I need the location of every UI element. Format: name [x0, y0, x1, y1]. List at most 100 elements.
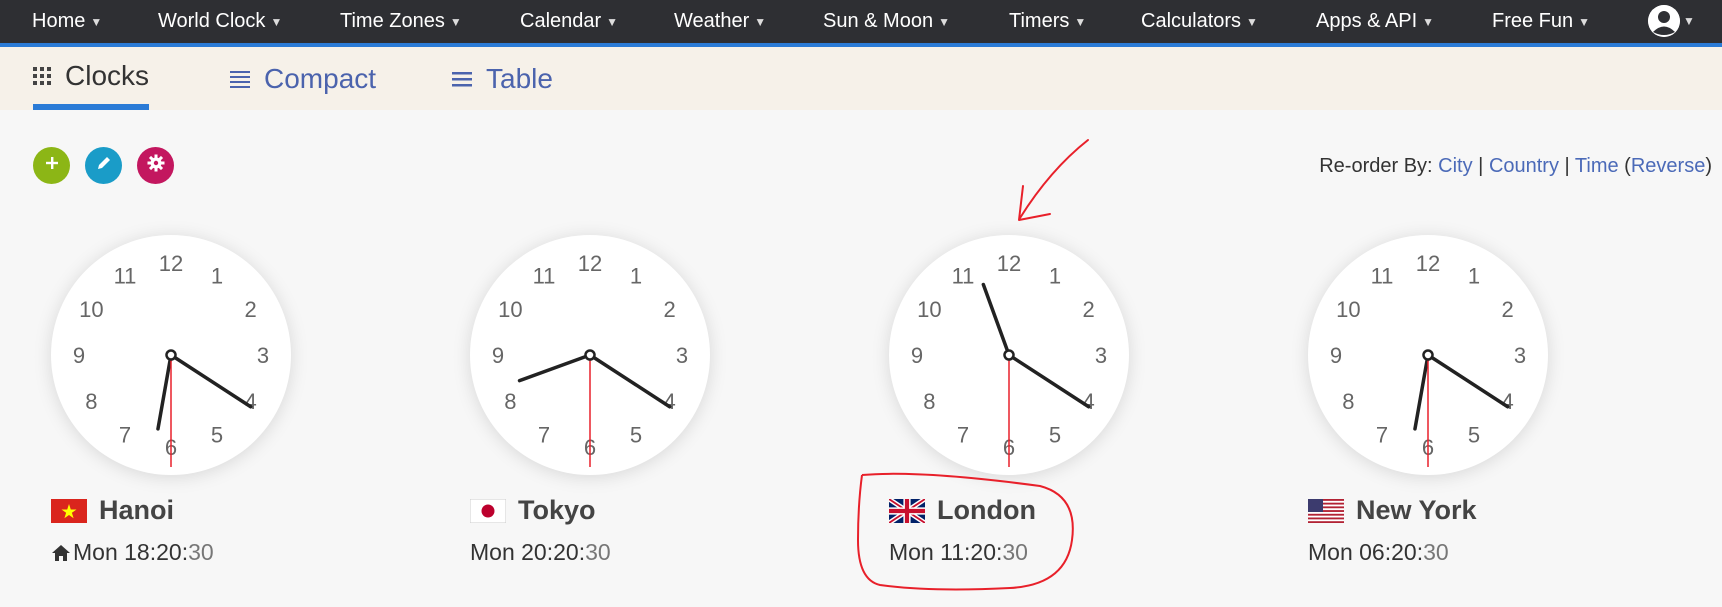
- reorder-reverse-link[interactable]: Reverse: [1631, 155, 1705, 177]
- day-label: Mon: [470, 539, 515, 565]
- chevron-down-icon: ▼: [754, 14, 767, 29]
- clock-numeral: 3: [257, 343, 269, 368]
- clock-numeral: 2: [1502, 297, 1514, 322]
- clock-card-hanoi: 1 2 3 4 5 6 7 8 9 10 11 12 Hanoi Mon 18:20:30: [51, 235, 311, 565]
- clock-numeral: 8: [504, 389, 516, 414]
- reorder-by-city-link[interactable]: City: [1438, 155, 1472, 177]
- reorder-by-country-link[interactable]: Country: [1489, 155, 1559, 177]
- reorder-controls: Re-order By: City | Country | Time (Reve…: [1319, 155, 1712, 177]
- uk-flag-icon: [889, 498, 925, 523]
- top-navigation-bar: Home ▼ World Clock ▼ Time Zones ▼ Calendar ▼…: [0, 0, 1722, 47]
- day-label: Mon: [1308, 539, 1353, 565]
- clock-numeral: 5: [630, 423, 642, 448]
- chevron-down-icon: ▼: [1683, 14, 1695, 28]
- nav-calendar[interactable]: Calendar ▼: [520, 0, 618, 43]
- chevron-down-icon: ▼: [1578, 14, 1591, 29]
- nav-weather-label: Weather: [674, 10, 750, 32]
- nav-sun-moon-label: Sun & Moon: [823, 10, 934, 32]
- nav-apps-api[interactable]: Apps & API ▼: [1316, 0, 1434, 43]
- seconds: 30: [585, 539, 611, 565]
- nav-calculators[interactable]: Calculators ▼: [1141, 0, 1258, 43]
- clock-numeral: 8: [1342, 389, 1354, 414]
- clock-numeral: 11: [1371, 263, 1394, 288]
- clock-numeral: 10: [498, 297, 522, 322]
- seconds: 30: [188, 539, 214, 565]
- nav-calendar-label: Calendar: [520, 10, 602, 32]
- city-name[interactable]: New York: [1356, 495, 1477, 526]
- minute-hand: [1007, 353, 1091, 409]
- clock-numeral: 3: [1095, 343, 1107, 368]
- list-icon: [452, 71, 472, 87]
- clock-numeral: 1: [1049, 263, 1061, 288]
- local-time: Mon 18:20:30: [51, 539, 214, 566]
- analog-clock-svg: 1234567891011 12: [911, 251, 1107, 467]
- reorder-label: Re-order By:: [1319, 155, 1433, 177]
- nav-free-fun-label: Free Fun: [1492, 10, 1574, 32]
- chevron-down-icon: ▼: [270, 14, 283, 29]
- city-name[interactable]: Hanoi: [99, 495, 174, 526]
- clock-card-new-york: 1 2 3 4 5 6 7 8 9 10 11 12 New York Mon 06:20:30: [1308, 235, 1568, 565]
- nav-home-label: Home: [32, 10, 86, 32]
- reorder-by-time-link[interactable]: Time: [1575, 155, 1619, 177]
- tab-table-label: Table: [486, 62, 553, 94]
- grid-icon: [33, 66, 51, 85]
- analog-clock-face: 1 2 3 4 5 6 7 8 9 10 11 12: [1308, 235, 1548, 475]
- clock-numeral: 10: [917, 297, 941, 322]
- hour-minute: 11:20: [940, 539, 996, 565]
- clock-numeral: 7: [119, 423, 131, 448]
- clock-center-pin: [165, 349, 177, 361]
- nav-timers[interactable]: Timers ▼: [1009, 0, 1086, 43]
- home-icon: [51, 544, 71, 562]
- analog-clock-face: 1 2 3 4 5 6 7 8 9 10 11 12: [889, 235, 1129, 475]
- clock-numeral: 9: [1330, 343, 1342, 368]
- clock-numeral: 5: [1468, 423, 1480, 448]
- nav-time-zones[interactable]: Time Zones ▼: [340, 0, 462, 43]
- hour-minute: 06:20: [1359, 539, 1417, 565]
- edit-clocks-button[interactable]: [85, 147, 122, 184]
- hour-hand: [156, 353, 173, 431]
- plus-icon: [45, 156, 59, 175]
- nav-weather[interactable]: Weather ▼: [674, 0, 766, 43]
- tab-clocks-label: Clocks: [65, 59, 150, 91]
- pencil-icon: [96, 155, 112, 176]
- city-name[interactable]: London: [937, 495, 1036, 526]
- hour-hand: [1413, 353, 1430, 431]
- settings-button[interactable]: [137, 147, 174, 184]
- tab-table[interactable]: Table: [452, 47, 553, 110]
- day-label: Mon: [889, 539, 934, 565]
- clock-numeral: 8: [85, 389, 97, 414]
- nav-world-clock-label: World Clock: [158, 10, 266, 32]
- analog-clock-svg: 1234567891011 12: [492, 251, 688, 467]
- local-time: Mon 11:20:30: [889, 539, 1028, 565]
- clock-numeral: 7: [1376, 423, 1388, 448]
- tab-clocks[interactable]: Clocks: [33, 47, 150, 110]
- clock-numeral: 11: [533, 263, 556, 288]
- clock-card-london: 1 2 3 4 5 6 7 8 9 10 11 12 London Mon 11:20:30: [889, 235, 1149, 565]
- nav-world-clock[interactable]: World Clock ▼: [158, 0, 282, 43]
- nav-sun-moon[interactable]: Sun & Moon ▼: [823, 0, 950, 43]
- add-clock-button[interactable]: [33, 147, 70, 184]
- city-row: Hanoi: [51, 495, 174, 526]
- nav-home[interactable]: Home ▼: [32, 0, 102, 43]
- clock-numeral: 2: [1083, 297, 1095, 322]
- chevron-down-icon: ▼: [1246, 14, 1258, 29]
- clock-numeral: 4: [1083, 389, 1095, 414]
- chevron-down-icon: ▼: [938, 14, 950, 29]
- clock-numeral: 11: [114, 263, 137, 288]
- seconds: 30: [1423, 539, 1449, 565]
- clock-center-pin: [1003, 349, 1015, 361]
- nav-free-fun[interactable]: Free Fun ▼: [1492, 0, 1590, 43]
- clock-numeral: 4: [245, 389, 257, 414]
- nav-timers-label: Timers: [1009, 10, 1070, 32]
- minute-hand: [588, 353, 672, 409]
- clock-numeral: 4: [664, 389, 676, 414]
- us-flag-icon: [1308, 498, 1344, 523]
- clock-numeral: 11: [952, 263, 975, 288]
- hour-hand: [981, 282, 1011, 357]
- city-name[interactable]: Tokyo: [518, 495, 596, 526]
- compact-list-icon: [230, 70, 250, 88]
- tab-compact[interactable]: Compact: [230, 47, 376, 110]
- nav-time-zones-label: Time Zones: [340, 10, 445, 32]
- user-account-icon[interactable]: [1648, 5, 1680, 37]
- clock-numeral: 12: [578, 251, 602, 276]
